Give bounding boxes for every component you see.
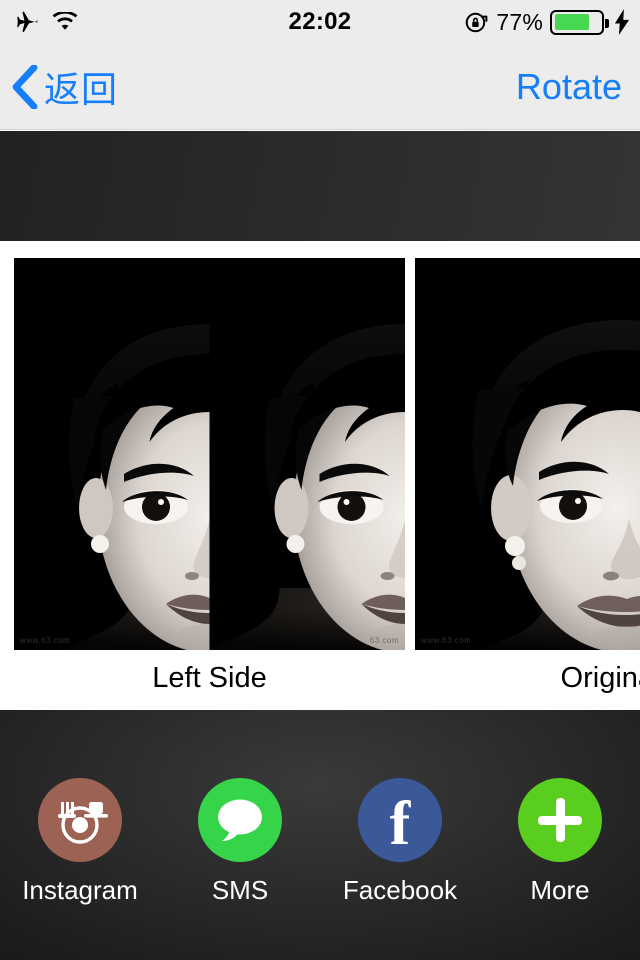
carousel-item-label: Original <box>560 662 640 694</box>
face-thumbnail-original[interactable]: www.63.com 63.com <box>415 258 640 650</box>
watermark: www.63.com 63.com <box>14 636 405 645</box>
battery-icon <box>550 9 609 35</box>
facebook-f-glyph: f <box>389 790 411 858</box>
share-label: SMS <box>211 875 269 905</box>
share-button-facebook[interactable]: f Facebook <box>325 778 475 906</box>
message-bubble-glyph <box>218 799 262 841</box>
preview-panel <box>0 131 640 241</box>
watermark-right: 63.com <box>369 636 399 645</box>
battery-fill <box>554 14 590 30</box>
rotation-lock-icon <box>466 12 488 32</box>
face-render <box>14 258 210 650</box>
chevron-left-icon <box>12 65 38 109</box>
back-button[interactable]: 返回 <box>12 44 118 130</box>
face-half-left <box>14 258 210 650</box>
watermark-left: www.63.com <box>421 636 472 645</box>
face-image <box>415 258 640 650</box>
lightning-bolt-icon <box>614 9 630 35</box>
share-options-row: Instagram SMS f Facebook More <box>0 778 640 906</box>
app-screen: 22:02 77% 返回 Rotate www.63.com 63.com Le… <box>0 0 640 960</box>
plus-icon <box>518 778 602 862</box>
face-half-right-mirrored <box>209 258 405 650</box>
watermark-left: www.63.com <box>20 636 71 645</box>
plus-vertical-bar <box>555 798 565 842</box>
face-render <box>209 258 405 650</box>
share-button-sms[interactable]: SMS <box>165 778 315 906</box>
instagram-camera-glyph <box>58 802 108 844</box>
rotate-button[interactable]: Rotate <box>516 44 622 130</box>
share-button-more[interactable]: More <box>485 778 635 906</box>
share-button-instagram[interactable]: Instagram <box>5 778 155 906</box>
rotate-button-label: Rotate <box>515 66 622 107</box>
share-label: Instagram <box>22 875 138 905</box>
face-thumbnail-mirror[interactable]: www.63.com 63.com <box>14 258 405 650</box>
back-button-label: 返回 <box>44 69 119 110</box>
facebook-f-icon: f <box>358 778 442 862</box>
face-render <box>415 258 640 650</box>
watermark: www.63.com 63.com <box>415 636 640 645</box>
carousel-track[interactable]: www.63.com 63.com Left Side www.63.com O… <box>14 241 640 695</box>
share-bar: Instagram SMS f Facebook More <box>0 710 640 960</box>
instagram-camera-icon <box>38 778 122 862</box>
carousel-item[interactable]: www.63.com 63.com Left Side <box>14 241 405 695</box>
navigation-bar: 返回 Rotate <box>0 44 640 130</box>
image-carousel[interactable]: www.63.com 63.com Left Side www.63.com O… <box>0 241 640 710</box>
carousel-item-label: Left Side <box>152 662 267 694</box>
share-label: Facebook <box>342 875 458 905</box>
status-bar-right: 77% <box>464 0 630 44</box>
status-bar: 22:02 77% <box>0 0 640 44</box>
face-image <box>14 258 405 650</box>
battery-percent-label: 77% <box>496 8 543 35</box>
share-label: More <box>530 875 590 905</box>
message-bubble-icon <box>198 778 282 862</box>
clock: 22:02 <box>288 8 352 35</box>
carousel-item[interactable]: www.63.com 63.com Original <box>415 241 640 695</box>
